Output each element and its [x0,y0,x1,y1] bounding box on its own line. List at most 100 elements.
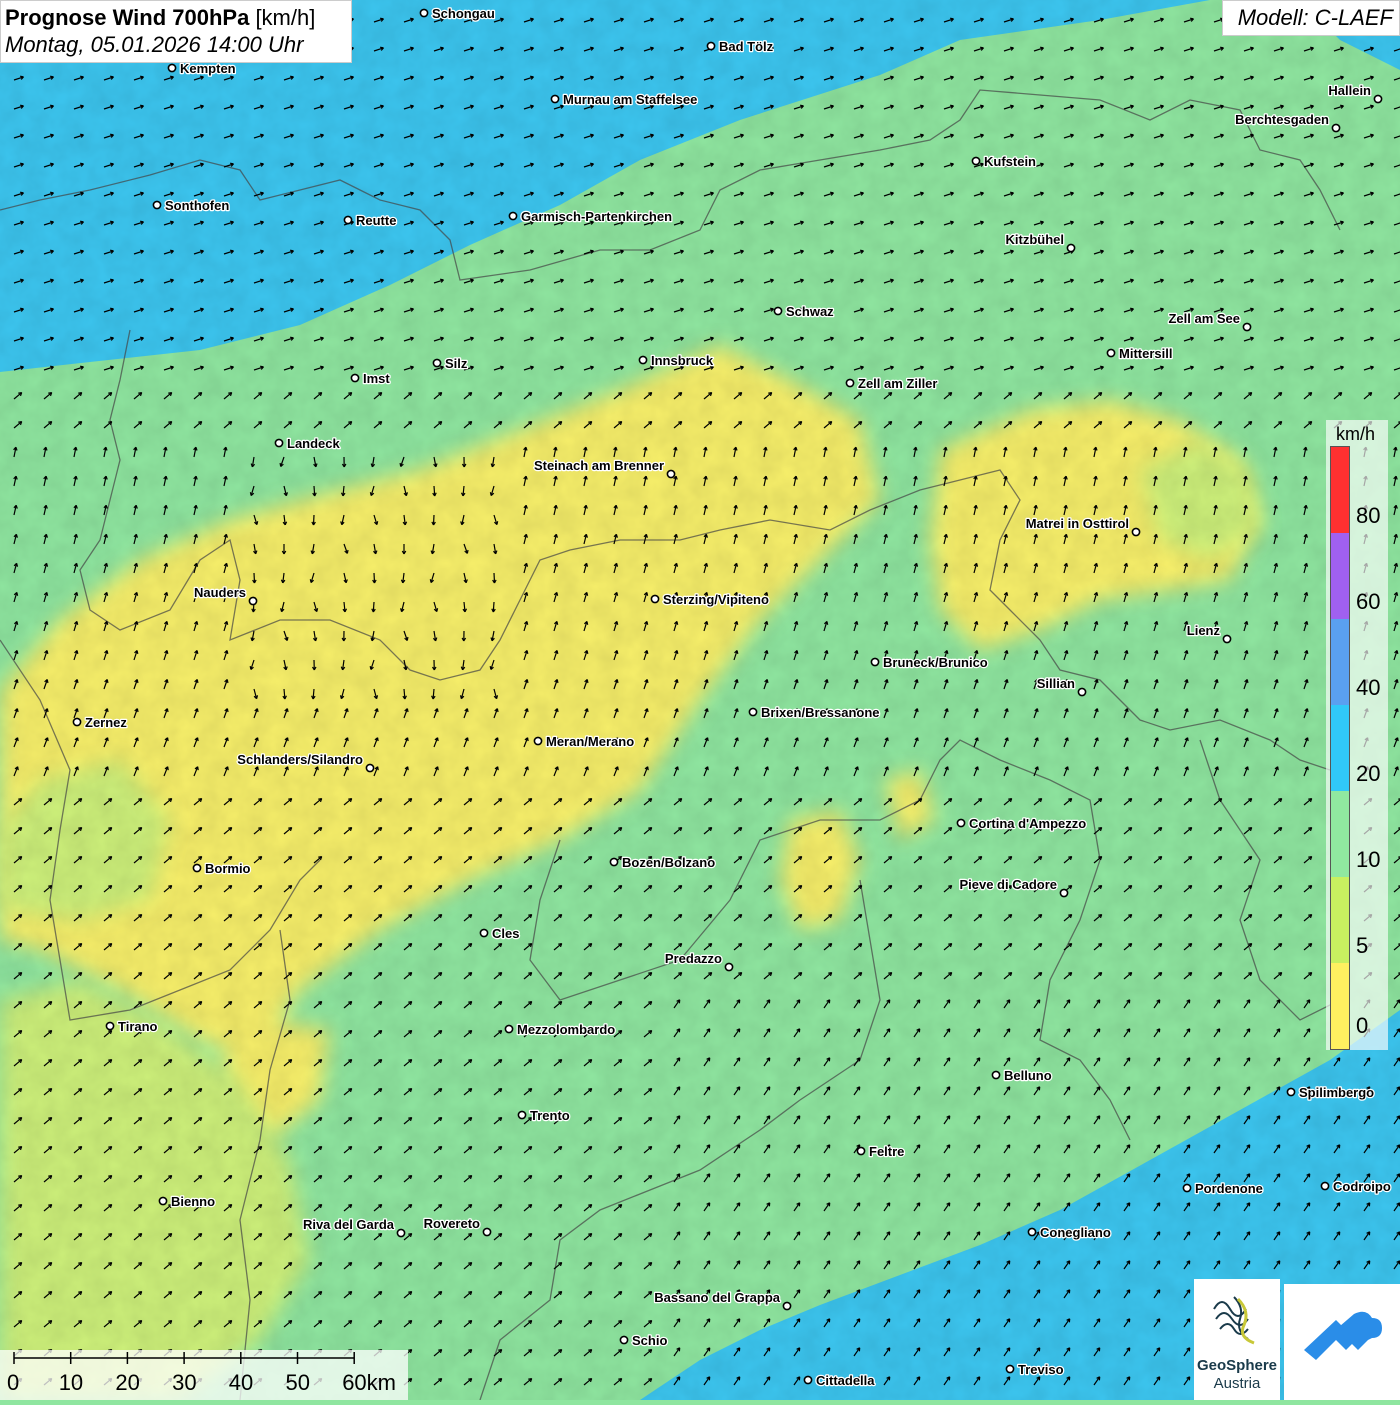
geosphere-logo-line2: Austria [1194,1375,1280,1392]
city-label: Lienz [1187,623,1221,638]
city-label: Brixen/Bressanone [761,705,880,720]
legend-label: 0 [1356,1013,1368,1039]
forecast-datetime: Montag, 05.01.2026 14:00 Uhr [5,31,347,58]
city-marker[interactable]: Spilimbergo [1287,1085,1374,1100]
scale-label: 20 [115,1370,139,1396]
city-dot [1321,1182,1328,1189]
title-unit: [km/h] [255,5,315,30]
city-label: Kufstein [984,154,1036,169]
weather-app-logo[interactable] [1284,1284,1400,1400]
city-dot [518,1111,525,1118]
city-dot [707,42,714,49]
city-dot [153,201,160,208]
city-dot [725,963,732,970]
legend-swatch [1331,533,1349,619]
city-dot [168,64,175,71]
model-label: Modell: C-LAEF [1222,0,1400,36]
city-label: Schlanders/Silandro [237,752,363,767]
city-label: Mezzolombardo [517,1022,615,1037]
city-label: Codroipo [1333,1179,1391,1194]
city-marker[interactable]: Zell am Ziller [846,376,937,391]
city-label: Imst [363,371,390,386]
city-label: Feltre [869,1144,904,1159]
city-label: Sterzing/Vipiteno [663,592,769,607]
city-dot [433,359,440,366]
city-dot [351,374,358,381]
scale-label: 0 [7,1370,19,1396]
city-label: Sonthofen [165,198,229,213]
city-dot [193,864,200,871]
city-marker[interactable]: Sterzing/Vipiteno [651,592,769,607]
city-label: Bassano del Grappa [654,1290,780,1305]
city-dot [857,1147,864,1154]
city-dot [397,1229,404,1236]
city-dot [1067,244,1074,251]
city-dot [846,379,853,386]
legend-label: 40 [1356,675,1380,701]
city-label: Schwaz [786,304,834,319]
title-box: Prognose Wind 700hPa [km/h] Montag, 05.0… [0,0,352,63]
city-dot [534,737,541,744]
city-label: Kempten [180,61,236,76]
legend-swatch [1331,791,1349,877]
city-label: Bienno [171,1194,215,1209]
city-label: Murnau am Staffelsee [563,92,697,107]
city-marker[interactable]: Mezzolombardo [505,1022,615,1037]
city-label: Zell am See [1168,311,1240,326]
city-label: Predazzo [665,951,722,966]
city-label: Kitzbühel [1006,232,1065,247]
city-dot [804,1376,811,1383]
scale-bar: 0102030405060km [0,1350,408,1400]
city-dot [1287,1088,1294,1095]
map-title: Prognose Wind 700hPa [km/h] [5,4,347,31]
city-dot [106,1022,113,1029]
city-dot [783,1302,790,1309]
city-marker[interactable]: Garmisch-Partenkirchen [509,209,672,224]
city-label: Landeck [287,436,341,451]
geosphere-logo[interactable]: GeoSphere Austria [1194,1279,1280,1400]
city-marker[interactable]: Conegliano [1028,1225,1110,1240]
city-dot [551,95,558,102]
legend-swatch [1331,705,1349,791]
city-dot [1223,635,1230,642]
city-dot [344,216,351,223]
city-dot [1183,1184,1190,1191]
city-marker[interactable]: Schongau [420,6,494,21]
city-dot [249,597,256,604]
city-label: Riva del Garda [303,1217,395,1232]
city-dot [651,595,658,602]
scale-label: 10 [59,1370,83,1396]
legend-label: 60 [1356,589,1380,615]
city-label: Belluno [1004,1068,1052,1083]
city-label: Innsbruck [651,353,714,368]
wind-map[interactable]: Schongau Bad Tölz Kempten Murnau am Staffel… [0,0,1400,1400]
city-label: Steinach am Brenner [534,458,664,473]
scale-label: 40 [229,1370,253,1396]
city-dot [972,157,979,164]
city-label: Bad Tölz [719,39,774,54]
city-dot [275,439,282,446]
legend-color-bar [1330,446,1350,1050]
city-label: Pordenone [1195,1181,1263,1196]
city-label: Matrei in Osttirol [1026,516,1129,531]
city-marker[interactable]: Bruneck/Brunico [871,655,987,670]
city-dot [1332,124,1339,131]
city-marker[interactable]: Cortina d'Ampezzo [957,816,1086,831]
city-label: Tirano [118,1019,158,1034]
city-marker[interactable]: Brixen/Bressanone [749,705,879,720]
city-label: Cittadella [816,1373,875,1388]
city-marker[interactable]: Cittadella [804,1373,875,1388]
city-label: Bormio [205,861,251,876]
city-marker[interactable]: Murnau am Staffelsee [551,92,697,107]
legend-label: 80 [1356,503,1380,529]
city-marker[interactable]: Innsbruck [639,353,713,368]
legend-swatch [1331,877,1349,963]
city-dot [774,307,781,314]
city-dot [1132,528,1139,535]
city-label: Mittersill [1119,346,1172,361]
city-marker[interactable]: Pordenone [1183,1181,1263,1196]
city-marker[interactable]: Bozen/Bolzano [610,855,715,870]
city-dot [871,658,878,665]
city-marker[interactable]: Sonthofen [153,198,229,213]
city-marker[interactable]: Meran/Merano [534,734,634,749]
